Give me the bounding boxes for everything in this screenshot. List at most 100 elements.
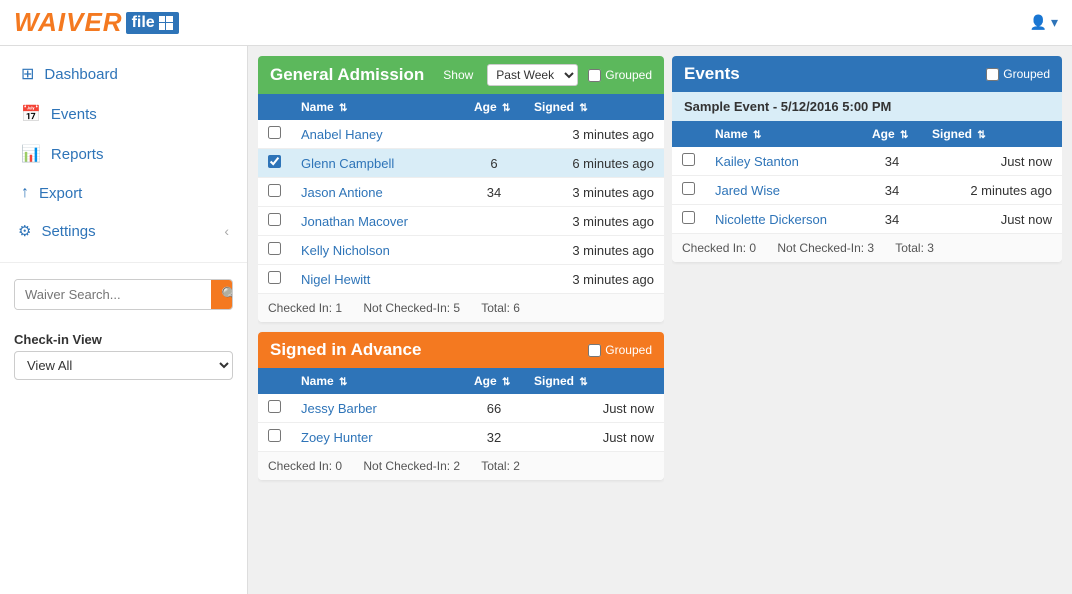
row-checkbox[interactable]: [268, 184, 281, 197]
events-signed-sort-icon: ⇅: [977, 130, 985, 141]
name-link[interactable]: Jason Antione: [301, 185, 383, 200]
row-signed: Just now: [524, 423, 664, 452]
row-checkbox[interactable]: [268, 126, 281, 139]
name-link[interactable]: Anabel Haney: [301, 127, 383, 142]
table-row: Nicolette Dickerson 34 Just now: [672, 205, 1062, 234]
name-link[interactable]: Glenn Campbell: [301, 156, 394, 171]
sidebar-label-reports: Reports: [51, 146, 104, 163]
sidebar-item-dashboard[interactable]: ⊞ Dashboard: [0, 54, 247, 94]
search-area: 🔍: [0, 267, 247, 318]
row-name: Nicolette Dickerson: [705, 205, 862, 234]
name-link[interactable]: Nigel Hewitt: [301, 272, 370, 287]
main-layout: ⊞ Dashboard 📅 Events 📊 Reports ↑ Export …: [0, 46, 1072, 594]
general-admission-table: Name ⇅ Age ⇅ Signed ⇅ Anabel Haney 3 min…: [258, 94, 664, 293]
name-link[interactable]: Zoey Hunter: [301, 430, 373, 445]
row-name: Jessy Barber: [291, 394, 464, 423]
sia-checked-in: Checked In: 0: [268, 459, 342, 473]
table-row: Zoey Hunter 32 Just now: [258, 423, 664, 452]
name-link[interactable]: Kelly Nicholson: [301, 243, 390, 258]
events-col-header-age[interactable]: Age ⇅: [862, 121, 922, 147]
sidebar-item-export[interactable]: ↑ Export: [0, 174, 247, 212]
sia-col-header-signed[interactable]: Signed ⇅: [524, 368, 664, 394]
grouped-check-label[interactable]: Grouped: [588, 68, 652, 82]
row-name: Jared Wise: [705, 176, 862, 205]
row-name: Anabel Haney: [291, 120, 464, 149]
search-button[interactable]: 🔍: [211, 280, 233, 309]
row-checkbox-cell: [258, 149, 291, 178]
row-age: 34: [862, 205, 922, 234]
grouped-checkbox[interactable]: [588, 69, 601, 82]
brand-file-text: file: [132, 14, 155, 32]
sidebar-label-export: Export: [39, 185, 82, 202]
sia-grouped-check-label[interactable]: Grouped: [588, 343, 652, 357]
sia-col-header-name[interactable]: Name ⇅: [291, 368, 464, 394]
col-header-name[interactable]: Name ⇅: [291, 94, 464, 120]
name-link[interactable]: Nicolette Dickerson: [715, 212, 827, 227]
content-area: General Admission Show Past Week Today P…: [248, 46, 1072, 594]
sidebar-label-events: Events: [51, 106, 97, 123]
sidebar-label-settings: Settings: [41, 223, 95, 240]
row-checkbox-cell: [672, 147, 705, 176]
sidebar-item-settings[interactable]: ⚙ Settings ‹: [0, 212, 247, 250]
sia-name-sort-icon: ⇅: [339, 377, 347, 388]
ga-not-checked-in: Not Checked-In: 5: [363, 301, 460, 315]
events-icon: 📅: [21, 104, 41, 124]
row-checkbox[interactable]: [682, 182, 695, 195]
grouped-label: Grouped: [605, 68, 652, 82]
sia-grouped-checkbox[interactable]: [588, 344, 601, 357]
user-menu[interactable]: 👤 ▾: [1030, 14, 1058, 31]
events-header: Events Grouped: [672, 56, 1062, 92]
ga-checked-in: Checked In: 1: [268, 301, 342, 315]
general-admission-tbody: Anabel Haney 3 minutes ago Glenn Campbel…: [258, 120, 664, 293]
name-link[interactable]: Jonathan Macover: [301, 214, 408, 229]
row-checkbox[interactable]: [268, 429, 281, 442]
checkin-view-select[interactable]: View All: [14, 351, 233, 380]
general-admission-header: General Admission Show Past Week Today P…: [258, 56, 664, 94]
events-footer: Checked In: 0 Not Checked-In: 3 Total: 3: [672, 233, 1062, 262]
show-period-select[interactable]: Past Week Today Past Month All Time: [487, 64, 578, 86]
search-input[interactable]: [15, 280, 211, 309]
row-checkbox-cell: [258, 236, 291, 265]
events-grouped-check-label[interactable]: Grouped: [986, 67, 1050, 81]
events-name-sort-icon: ⇅: [753, 130, 761, 141]
row-checkbox[interactable]: [268, 271, 281, 284]
row-checkbox[interactable]: [682, 153, 695, 166]
sidebar-item-reports[interactable]: 📊 Reports: [0, 134, 247, 174]
row-signed: Just now: [524, 394, 664, 423]
row-age: 66: [464, 394, 524, 423]
row-checkbox[interactable]: [268, 400, 281, 413]
name-link[interactable]: Jared Wise: [715, 183, 780, 198]
checkin-view-label: Check-in View: [0, 318, 247, 351]
events-not-checked-in: Not Checked-In: 3: [777, 241, 874, 255]
brand-file-box: file: [126, 12, 179, 34]
row-age: 32: [464, 423, 524, 452]
name-link[interactable]: Jessy Barber: [301, 401, 377, 416]
col-header-signed[interactable]: Signed ⇅: [524, 94, 664, 120]
row-checkbox[interactable]: [682, 211, 695, 224]
age-sort-icon: ⇅: [502, 103, 510, 114]
sidebar-item-events[interactable]: 📅 Events: [0, 94, 247, 134]
row-checkbox[interactable]: [268, 213, 281, 226]
events-panel: Events Grouped Sample Event - 5/12/2016 …: [672, 56, 1062, 584]
row-checkbox-cell: [672, 176, 705, 205]
sia-col-header-age[interactable]: Age ⇅: [464, 368, 524, 394]
col-header-age[interactable]: Age ⇅: [464, 94, 524, 120]
events-grouped-checkbox[interactable]: [986, 68, 999, 81]
sia-not-checked-in: Not Checked-In: 2: [363, 459, 460, 473]
events-col-header-name[interactable]: Name ⇅: [705, 121, 862, 147]
table-row: Jason Antione 34 3 minutes ago: [258, 178, 664, 207]
table-header-row: Name ⇅ Age ⇅ Signed ⇅: [258, 94, 664, 120]
dashboard-icon: ⊞: [21, 64, 34, 84]
row-checkbox[interactable]: [268, 155, 281, 168]
table-row: Nigel Hewitt 3 minutes ago: [258, 265, 664, 294]
name-link[interactable]: Kailey Stanton: [715, 154, 799, 169]
search-icon: 🔍: [221, 286, 233, 302]
signed-in-advance-panel: Signed in Advance Grouped Name ⇅ Age ⇅ S…: [258, 332, 664, 480]
row-signed: 3 minutes ago: [524, 207, 664, 236]
row-checkbox[interactable]: [268, 242, 281, 255]
row-checkbox-cell: [672, 205, 705, 234]
events-title: Events: [684, 64, 976, 84]
sidebar-label-dashboard: Dashboard: [44, 66, 117, 83]
events-col-header-signed[interactable]: Signed ⇅: [922, 121, 1062, 147]
sia-table-header-row: Name ⇅ Age ⇅ Signed ⇅: [258, 368, 664, 394]
